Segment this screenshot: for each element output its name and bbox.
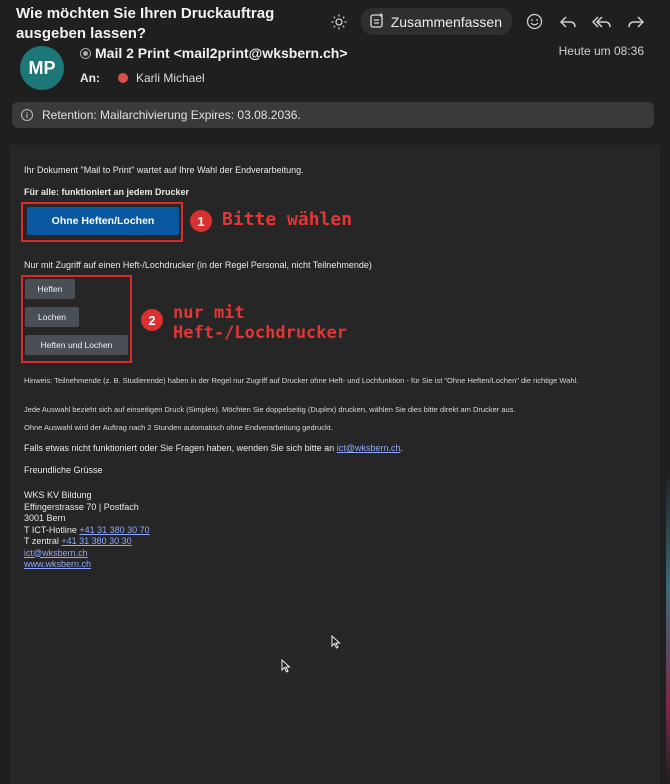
central-label: T zentral <box>24 536 59 546</box>
lochen-button[interactable]: Lochen <box>25 307 79 327</box>
info-icon: i <box>21 109 33 121</box>
central-phone-link[interactable]: +41 31 380 30 30 <box>61 536 131 546</box>
mouse-cursor-icon <box>281 659 291 673</box>
mail-header: Wie möchten Sie Ihren Druckauftrag ausge… <box>0 0 670 100</box>
toolbar: Zusammenfassen <box>327 8 648 35</box>
signature-org: WKS KV Bildung <box>24 490 92 500</box>
step-2-label-line1: nur mit <box>173 303 245 323</box>
contact-text: Falls etwas nicht funktioniert oder Sie … <box>24 443 335 453</box>
to-label: An: <box>80 71 100 85</box>
signature-email-link[interactable]: ict@wksbern.ch <box>24 548 88 558</box>
restricted-heading: Nur mit Zugriff auf einen Heft-/Lochdruc… <box>24 260 372 270</box>
forward-icon[interactable] <box>624 10 648 34</box>
reply-icon[interactable] <box>556 10 580 34</box>
signature-hotline: T ICT-Hotline +41 31 380 30 70 <box>24 525 150 537</box>
step-2-label-line2: Heft-/Lochdrucker <box>173 323 347 343</box>
mouse-cursor-icon <box>331 635 341 649</box>
simplex-note: Jede Auswahl bezieht sich auf einseitige… <box>24 405 516 414</box>
step-1-badge: 1 <box>190 210 212 232</box>
signature-central: T zentral +41 31 380 30 30 <box>24 536 150 548</box>
reply-all-icon[interactable] <box>590 10 614 34</box>
signature-city: 3001 Bern <box>24 513 66 523</box>
contact-email-link[interactable]: ict@wksbern.ch <box>337 443 401 453</box>
sender-address: Mail 2 Print <mail2print@wksbern.ch> <box>95 45 348 61</box>
recipient-row: An: Karli Michael <box>80 71 205 85</box>
retention-banner: i Retention: Mailarchivierung Expires: 0… <box>12 102 654 128</box>
timeout-note: Ohne Auswahl wird der Auftrag nach 2 Stu… <box>24 423 333 432</box>
hotline-phone-link[interactable]: +41 31 380 30 70 <box>79 525 149 535</box>
signature-web-link[interactable]: www.wksbern.ch <box>24 559 91 569</box>
email-subject: Wie möchten Sie Ihren Druckauftrag ausge… <box>16 5 275 42</box>
emoji-icon[interactable] <box>522 10 546 34</box>
greeting: Freundliche Grüsse <box>24 465 103 475</box>
email-body: Ihr Dokument "Mail to Print" wartet auf … <box>10 145 660 784</box>
sun-icon[interactable] <box>327 10 351 34</box>
step-2-badge: 2 <box>141 309 163 331</box>
hotline-label: T ICT-Hotline <box>24 524 77 535</box>
heften-button[interactable]: Heften <box>25 279 75 299</box>
hint-text: Hinweis: Teilnehmende (z. B. Studierende… <box>24 376 579 385</box>
sender[interactable]: Mail 2 Print <mail2print@wksbern.ch> <box>80 45 348 61</box>
summarize-button[interactable]: Zusammenfassen <box>360 8 512 35</box>
timestamp: Heute um 08:36 <box>558 44 644 58</box>
heften-und-lochen-button[interactable]: Heften und Lochen <box>25 335 128 355</box>
window-edge <box>666 0 670 784</box>
summarize-icon <box>369 12 385 31</box>
all-printers-heading: Für alle: funktioniert an jedem Drucker <box>24 187 190 197</box>
intro-text: Ihr Dokument "Mail to Print" wartet auf … <box>24 165 304 175</box>
recipient-name[interactable]: Karli Michael <box>136 71 205 85</box>
summarize-label: Zusammenfassen <box>390 13 502 30</box>
retention-text: Retention: Mailarchivierung Expires: 03.… <box>42 108 301 122</box>
recipient-status-icon <box>118 73 128 83</box>
ohne-heften-lochen-button[interactable]: Ohne Heften/Lochen <box>27 207 179 235</box>
avatar: MP <box>20 46 64 90</box>
signature-street: Effingerstrasse 70 | Postfach <box>24 501 139 512</box>
step-1-label: Bitte wählen <box>222 209 353 230</box>
contact-line: Falls etwas nicht funktioniert oder Sie … <box>24 443 403 453</box>
signature: WKS KV Bildung Effingerstrasse 70 | Post… <box>24 490 150 571</box>
status-icon <box>80 47 91 59</box>
contact-end: . <box>400 443 403 453</box>
